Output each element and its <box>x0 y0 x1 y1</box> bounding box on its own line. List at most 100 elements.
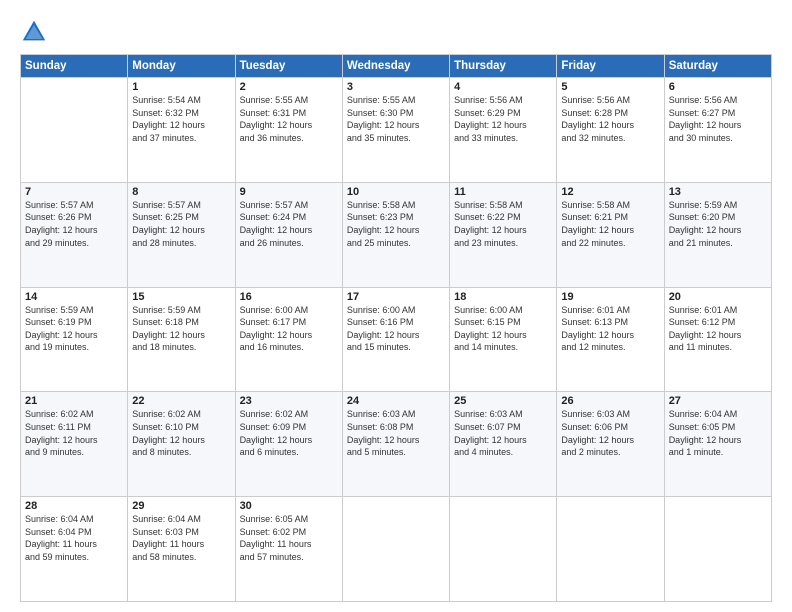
day-info: Sunrise: 5:58 AM Sunset: 6:21 PM Dayligh… <box>561 199 659 249</box>
calendar-week-row: 14Sunrise: 5:59 AM Sunset: 6:19 PM Dayli… <box>21 287 772 392</box>
calendar-cell <box>342 497 449 602</box>
calendar-cell: 5Sunrise: 5:56 AM Sunset: 6:28 PM Daylig… <box>557 78 664 183</box>
day-number: 10 <box>347 186 445 198</box>
calendar-cell: 29Sunrise: 6:04 AM Sunset: 6:03 PM Dayli… <box>128 497 235 602</box>
calendar-cell: 13Sunrise: 5:59 AM Sunset: 6:20 PM Dayli… <box>664 182 771 287</box>
logo-icon <box>20 18 48 46</box>
calendar-cell: 19Sunrise: 6:01 AM Sunset: 6:13 PM Dayli… <box>557 287 664 392</box>
day-number: 9 <box>240 186 338 198</box>
day-info: Sunrise: 6:04 AM Sunset: 6:03 PM Dayligh… <box>132 513 230 563</box>
day-number: 20 <box>669 291 767 303</box>
weekday-header-row: SundayMondayTuesdayWednesdayThursdayFrid… <box>21 55 772 78</box>
calendar-cell: 9Sunrise: 5:57 AM Sunset: 6:24 PM Daylig… <box>235 182 342 287</box>
calendar-cell: 7Sunrise: 5:57 AM Sunset: 6:26 PM Daylig… <box>21 182 128 287</box>
page: SundayMondayTuesdayWednesdayThursdayFrid… <box>0 0 792 612</box>
calendar-cell: 22Sunrise: 6:02 AM Sunset: 6:10 PM Dayli… <box>128 392 235 497</box>
calendar-cell <box>450 497 557 602</box>
calendar-cell: 30Sunrise: 6:05 AM Sunset: 6:02 PM Dayli… <box>235 497 342 602</box>
day-info: Sunrise: 6:02 AM Sunset: 6:11 PM Dayligh… <box>25 408 123 458</box>
day-number: 2 <box>240 81 338 93</box>
day-number: 28 <box>25 500 123 512</box>
day-info: Sunrise: 6:03 AM Sunset: 6:06 PM Dayligh… <box>561 408 659 458</box>
day-info: Sunrise: 6:03 AM Sunset: 6:07 PM Dayligh… <box>454 408 552 458</box>
day-info: Sunrise: 5:55 AM Sunset: 6:31 PM Dayligh… <box>240 94 338 144</box>
day-info: Sunrise: 6:02 AM Sunset: 6:10 PM Dayligh… <box>132 408 230 458</box>
day-info: Sunrise: 5:58 AM Sunset: 6:23 PM Dayligh… <box>347 199 445 249</box>
day-info: Sunrise: 5:57 AM Sunset: 6:24 PM Dayligh… <box>240 199 338 249</box>
calendar-cell: 2Sunrise: 5:55 AM Sunset: 6:31 PM Daylig… <box>235 78 342 183</box>
calendar-cell: 14Sunrise: 5:59 AM Sunset: 6:19 PM Dayli… <box>21 287 128 392</box>
calendar-cell: 17Sunrise: 6:00 AM Sunset: 6:16 PM Dayli… <box>342 287 449 392</box>
weekday-header-thursday: Thursday <box>450 55 557 78</box>
weekday-header-friday: Friday <box>557 55 664 78</box>
day-number: 24 <box>347 395 445 407</box>
calendar-cell: 27Sunrise: 6:04 AM Sunset: 6:05 PM Dayli… <box>664 392 771 497</box>
day-number: 4 <box>454 81 552 93</box>
calendar-week-row: 21Sunrise: 6:02 AM Sunset: 6:11 PM Dayli… <box>21 392 772 497</box>
day-info: Sunrise: 6:02 AM Sunset: 6:09 PM Dayligh… <box>240 408 338 458</box>
day-info: Sunrise: 5:59 AM Sunset: 6:20 PM Dayligh… <box>669 199 767 249</box>
weekday-header-sunday: Sunday <box>21 55 128 78</box>
day-info: Sunrise: 6:05 AM Sunset: 6:02 PM Dayligh… <box>240 513 338 563</box>
day-info: Sunrise: 5:56 AM Sunset: 6:28 PM Dayligh… <box>561 94 659 144</box>
day-info: Sunrise: 6:01 AM Sunset: 6:13 PM Dayligh… <box>561 304 659 354</box>
day-number: 3 <box>347 81 445 93</box>
weekday-header-tuesday: Tuesday <box>235 55 342 78</box>
day-info: Sunrise: 6:04 AM Sunset: 6:05 PM Dayligh… <box>669 408 767 458</box>
day-info: Sunrise: 6:04 AM Sunset: 6:04 PM Dayligh… <box>25 513 123 563</box>
day-number: 26 <box>561 395 659 407</box>
calendar-cell: 26Sunrise: 6:03 AM Sunset: 6:06 PM Dayli… <box>557 392 664 497</box>
day-info: Sunrise: 5:57 AM Sunset: 6:26 PM Dayligh… <box>25 199 123 249</box>
day-info: Sunrise: 5:59 AM Sunset: 6:19 PM Dayligh… <box>25 304 123 354</box>
day-info: Sunrise: 6:00 AM Sunset: 6:17 PM Dayligh… <box>240 304 338 354</box>
calendar-cell: 24Sunrise: 6:03 AM Sunset: 6:08 PM Dayli… <box>342 392 449 497</box>
day-number: 30 <box>240 500 338 512</box>
day-number: 29 <box>132 500 230 512</box>
day-info: Sunrise: 5:54 AM Sunset: 6:32 PM Dayligh… <box>132 94 230 144</box>
calendar-cell: 1Sunrise: 5:54 AM Sunset: 6:32 PM Daylig… <box>128 78 235 183</box>
day-number: 14 <box>25 291 123 303</box>
calendar-cell: 10Sunrise: 5:58 AM Sunset: 6:23 PM Dayli… <box>342 182 449 287</box>
day-number: 8 <box>132 186 230 198</box>
day-number: 17 <box>347 291 445 303</box>
day-number: 7 <box>25 186 123 198</box>
calendar-cell: 11Sunrise: 5:58 AM Sunset: 6:22 PM Dayli… <box>450 182 557 287</box>
calendar-cell: 3Sunrise: 5:55 AM Sunset: 6:30 PM Daylig… <box>342 78 449 183</box>
weekday-header-wednesday: Wednesday <box>342 55 449 78</box>
day-number: 1 <box>132 81 230 93</box>
day-info: Sunrise: 6:03 AM Sunset: 6:08 PM Dayligh… <box>347 408 445 458</box>
calendar-cell <box>664 497 771 602</box>
day-info: Sunrise: 6:01 AM Sunset: 6:12 PM Dayligh… <box>669 304 767 354</box>
calendar-cell: 12Sunrise: 5:58 AM Sunset: 6:21 PM Dayli… <box>557 182 664 287</box>
calendar-cell: 21Sunrise: 6:02 AM Sunset: 6:11 PM Dayli… <box>21 392 128 497</box>
calendar-cell <box>557 497 664 602</box>
calendar-week-row: 1Sunrise: 5:54 AM Sunset: 6:32 PM Daylig… <box>21 78 772 183</box>
calendar-week-row: 7Sunrise: 5:57 AM Sunset: 6:26 PM Daylig… <box>21 182 772 287</box>
day-number: 25 <box>454 395 552 407</box>
calendar-cell: 16Sunrise: 6:00 AM Sunset: 6:17 PM Dayli… <box>235 287 342 392</box>
calendar-cell: 4Sunrise: 5:56 AM Sunset: 6:29 PM Daylig… <box>450 78 557 183</box>
day-number: 11 <box>454 186 552 198</box>
day-number: 27 <box>669 395 767 407</box>
calendar-cell: 6Sunrise: 5:56 AM Sunset: 6:27 PM Daylig… <box>664 78 771 183</box>
day-info: Sunrise: 5:58 AM Sunset: 6:22 PM Dayligh… <box>454 199 552 249</box>
day-number: 18 <box>454 291 552 303</box>
day-number: 12 <box>561 186 659 198</box>
day-number: 22 <box>132 395 230 407</box>
day-info: Sunrise: 6:00 AM Sunset: 6:16 PM Dayligh… <box>347 304 445 354</box>
calendar-cell: 15Sunrise: 5:59 AM Sunset: 6:18 PM Dayli… <box>128 287 235 392</box>
day-number: 21 <box>25 395 123 407</box>
calendar-cell: 20Sunrise: 6:01 AM Sunset: 6:12 PM Dayli… <box>664 287 771 392</box>
calendar-cell: 8Sunrise: 5:57 AM Sunset: 6:25 PM Daylig… <box>128 182 235 287</box>
day-number: 15 <box>132 291 230 303</box>
calendar-cell <box>21 78 128 183</box>
weekday-header-monday: Monday <box>128 55 235 78</box>
day-number: 23 <box>240 395 338 407</box>
day-info: Sunrise: 5:56 AM Sunset: 6:29 PM Dayligh… <box>454 94 552 144</box>
day-info: Sunrise: 5:56 AM Sunset: 6:27 PM Dayligh… <box>669 94 767 144</box>
calendar-cell: 28Sunrise: 6:04 AM Sunset: 6:04 PM Dayli… <box>21 497 128 602</box>
day-info: Sunrise: 5:59 AM Sunset: 6:18 PM Dayligh… <box>132 304 230 354</box>
day-info: Sunrise: 5:57 AM Sunset: 6:25 PM Dayligh… <box>132 199 230 249</box>
day-number: 16 <box>240 291 338 303</box>
calendar-cell: 18Sunrise: 6:00 AM Sunset: 6:15 PM Dayli… <box>450 287 557 392</box>
